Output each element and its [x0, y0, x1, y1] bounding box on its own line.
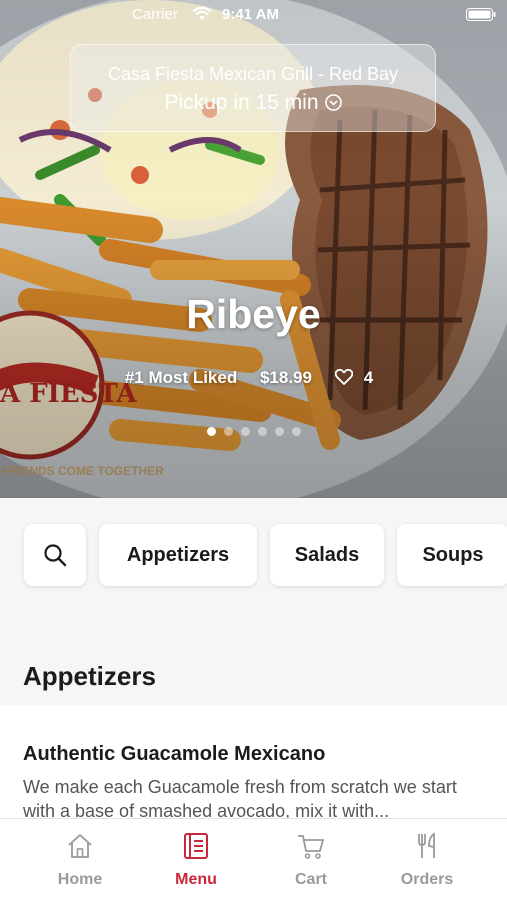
tab-bar: Home Menu Cart Orders	[0, 818, 507, 901]
search-icon	[44, 544, 67, 567]
featured-meta: #1 Most Liked $18.99 4	[0, 368, 507, 388]
carousel-dot[interactable]	[291, 427, 301, 436]
category-chip-soups[interactable]: Soups	[397, 524, 507, 586]
featured-hero[interactable]: A FIESTA FRIENDS COME TOGETHER Carrier 9…	[0, 0, 507, 498]
category-chip-appetizers[interactable]: Appetizers	[99, 524, 257, 586]
battery-icon	[466, 8, 496, 21]
featured-likes[interactable]: 4	[334, 368, 382, 387]
featured-title: Ribeye	[186, 291, 321, 337]
carousel-dot[interactable]	[206, 427, 216, 436]
featured-badge: #1 Most Liked	[124, 368, 238, 387]
pickup-time: Pickup in 15 min	[71, 91, 435, 115]
pickup-label: Pickup in 15 min	[164, 91, 319, 114]
heart-icon	[334, 369, 353, 385]
tab-cart[interactable]: Cart	[248, 819, 374, 901]
category-bar: Appetizers Salads Soups	[0, 524, 507, 588]
menu-icon	[184, 833, 208, 859]
tab-orders[interactable]: Orders	[364, 819, 490, 901]
tab-menu[interactable]: Menu	[133, 819, 259, 901]
chevron-down-icon	[324, 94, 342, 111]
menu-item-card[interactable]: Authentic Guacamole Mexicano We make eac…	[0, 705, 507, 825]
likes-count: 4	[363, 368, 374, 387]
carousel-dots[interactable]	[0, 423, 507, 441]
restaurant-name: Casa Fiesta Mexican Grill - Red Bay	[107, 64, 399, 84]
tab-label: Cart	[294, 871, 327, 888]
carousel-dot[interactable]	[257, 427, 267, 436]
wifi-icon	[192, 6, 212, 20]
carrier-label: Carrier	[132, 6, 178, 23]
home-icon	[68, 833, 92, 858]
carousel-dot[interactable]	[274, 427, 284, 436]
carousel-dot[interactable]	[240, 427, 250, 436]
section-title: Appetizers	[23, 661, 156, 691]
tab-label: Orders	[400, 871, 454, 888]
location-selector[interactable]: Casa Fiesta Mexican Grill - Red Bay Pick…	[70, 44, 436, 132]
tab-label: Menu	[175, 871, 217, 888]
menu-item-description: We make each Guacamole fresh from scratc…	[23, 777, 457, 821]
status-bar: Carrier 9:41 AM	[0, 0, 507, 30]
menu-item-name: Authentic Guacamole Mexicano	[23, 743, 326, 765]
search-button[interactable]	[24, 524, 86, 586]
orders-icon	[418, 832, 435, 858]
category-chip-salads[interactable]: Salads	[270, 524, 384, 586]
cart-icon	[298, 835, 325, 859]
carousel-dot[interactable]	[223, 427, 233, 436]
featured-price: $18.99	[259, 368, 312, 387]
tab-label: Home	[57, 871, 103, 888]
tab-home[interactable]: Home	[17, 819, 143, 901]
clock: 9:41 AM	[222, 6, 279, 23]
